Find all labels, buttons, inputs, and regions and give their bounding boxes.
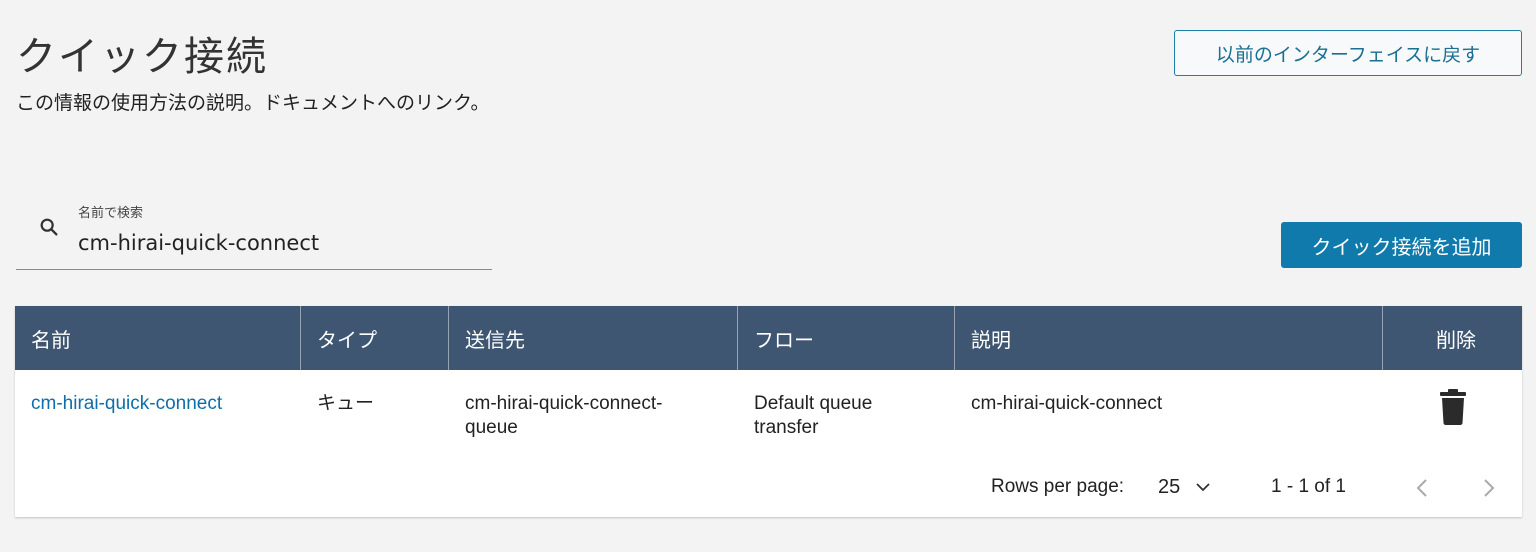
column-header-destination[interactable]: 送信先 <box>449 306 738 370</box>
column-header-flow[interactable]: フロー <box>738 306 955 370</box>
page-description: この情報の使用方法の説明。ドキュメントへのリンク。 <box>16 92 490 114</box>
search-label: 名前で検索 <box>78 206 144 221</box>
rows-per-page-label: Rows per page: <box>991 476 1125 497</box>
search-field: 名前で検索 <box>16 196 492 270</box>
column-header-description[interactable]: 説明 <box>955 306 1383 370</box>
destination-line-2: queue <box>465 417 518 438</box>
flow-line-1: Default queue <box>754 393 873 414</box>
chevron-down-icon <box>1196 483 1210 492</box>
column-header-name[interactable]: 名前 <box>15 306 301 370</box>
chevron-right-icon[interactable] <box>1482 478 1496 498</box>
destination-cell: cm-hirai-quick-connect- queue <box>465 392 662 440</box>
destination-line-1: cm-hirai-quick-connect- <box>465 393 663 414</box>
description-cell: cm-hirai-quick-connect <box>971 393 1163 414</box>
flow-line-2: transfer <box>754 417 819 438</box>
flow-cell: Default queue transfer <box>754 392 872 440</box>
chevron-left-icon[interactable] <box>1415 478 1429 498</box>
column-header-delete: 削除 <box>1436 327 1476 352</box>
table-row: cm-hirai-quick-connect キュー cm-hirai-quic… <box>15 370 1522 450</box>
table-header: 名前 タイプ 送信先 フロー 説明 削除 <box>15 306 1522 370</box>
quick-connect-name-link[interactable]: cm-hirai-quick-connect <box>31 392 222 416</box>
back-to-previous-interface-button[interactable]: 以前のインターフェイスに戻す <box>1174 30 1522 76</box>
type-cell: キュー <box>317 393 375 414</box>
trash-icon[interactable] <box>1439 388 1467 426</box>
add-quick-connect-button[interactable]: クイック接続を追加 <box>1281 222 1522 268</box>
page-title: クイック接続 <box>16 34 268 80</box>
rows-per-page-select[interactable]: 25 <box>1158 472 1210 502</box>
rows-per-page-value: 25 <box>1158 475 1181 498</box>
quick-connect-table: 名前 タイプ 送信先 フロー 説明 削除 cm-hirai-quick-conn… <box>15 306 1522 517</box>
search-input[interactable] <box>78 228 478 258</box>
column-header-type[interactable]: タイプ <box>301 306 449 370</box>
pagination-range: 1 - 1 of 1 <box>1271 476 1346 497</box>
search-icon <box>40 218 58 236</box>
